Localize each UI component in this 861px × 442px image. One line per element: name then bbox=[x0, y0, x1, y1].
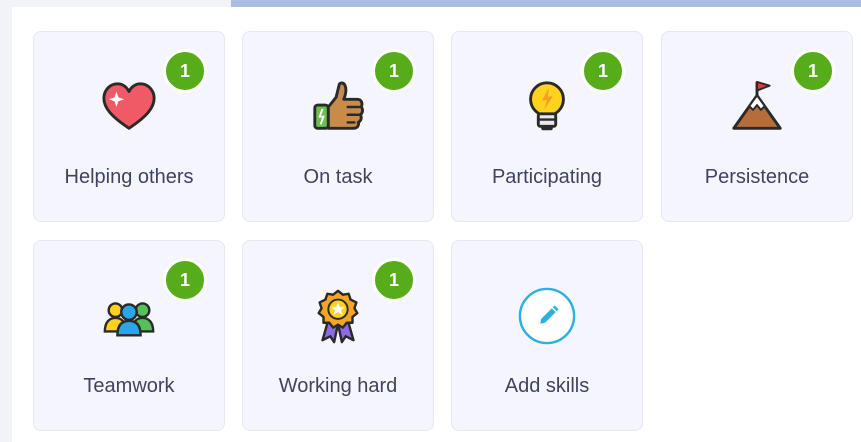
add-skills-label: Add skills bbox=[504, 375, 590, 397]
top-accent-bar bbox=[231, 0, 861, 7]
add-skills-button[interactable]: Add skills bbox=[451, 240, 643, 431]
skill-label: On task bbox=[303, 166, 373, 188]
skill-card-teamwork[interactable]: 1 Teamwork bbox=[33, 240, 225, 431]
thumbs-up-icon bbox=[309, 78, 367, 136]
count-badge: 1 bbox=[372, 49, 416, 93]
skill-label: Teamwork bbox=[83, 375, 175, 397]
skill-label: Participating bbox=[491, 166, 603, 188]
count-badge: 1 bbox=[163, 258, 207, 302]
skill-card-helping-others[interactable]: 1 Helping others bbox=[33, 31, 225, 222]
count-badge: 1 bbox=[581, 49, 625, 93]
mountain-flag-icon bbox=[728, 78, 786, 136]
group-icon bbox=[100, 287, 158, 345]
medal-icon bbox=[309, 287, 367, 345]
skill-card-working-hard[interactable]: 1 Working hard bbox=[242, 240, 434, 431]
count-badge: 1 bbox=[372, 258, 416, 302]
lightbulb-icon bbox=[518, 78, 576, 136]
skill-label: Helping others bbox=[64, 166, 194, 188]
skill-card-participating[interactable]: 1 Participating bbox=[451, 31, 643, 222]
count-badge: 1 bbox=[791, 49, 835, 93]
skill-card-on-task[interactable]: 1 On task bbox=[242, 31, 434, 222]
heart-icon bbox=[100, 78, 158, 136]
skill-label: Working hard bbox=[278, 375, 398, 397]
skill-label: Persistence bbox=[704, 166, 810, 188]
skill-card-persistence[interactable]: 1 Persistence bbox=[661, 31, 853, 222]
pencil-icon bbox=[518, 287, 576, 345]
count-badge: 1 bbox=[163, 49, 207, 93]
